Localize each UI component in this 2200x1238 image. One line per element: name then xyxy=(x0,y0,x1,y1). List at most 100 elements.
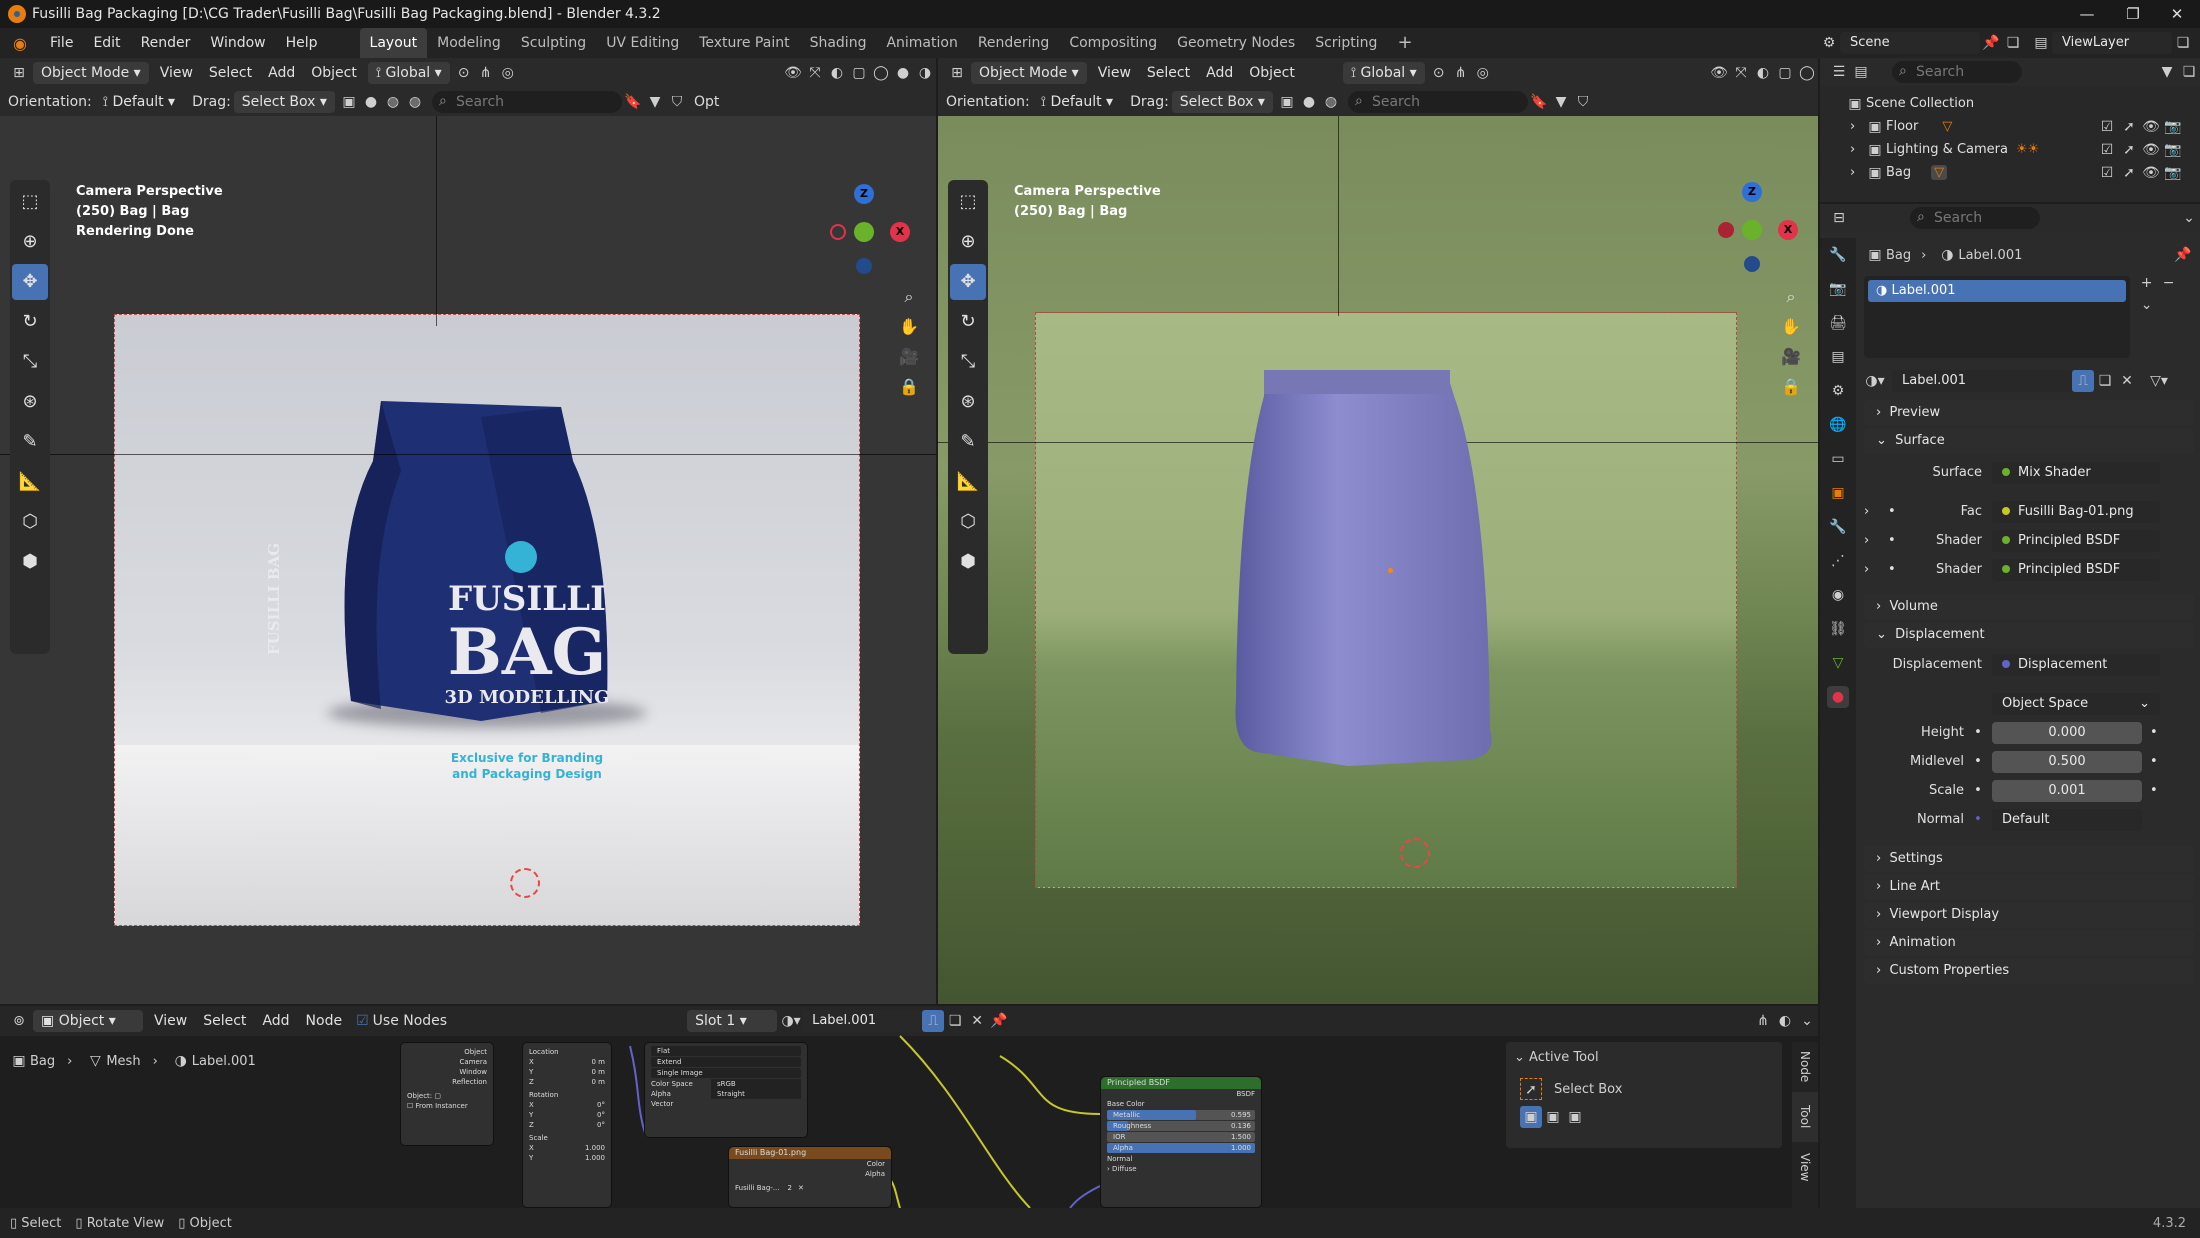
view-layer-selector[interactable]: ViewLayer xyxy=(2052,32,2172,54)
menu-object-right[interactable]: Object xyxy=(1241,59,1303,87)
checkbox-icon[interactable]: ☑ xyxy=(2096,116,2118,138)
right-viewport[interactable]: ⊞ Object Mode ▾ View Select Add Object ⟟… xyxy=(938,58,1818,1004)
menu-view[interactable]: View xyxy=(152,59,201,87)
keyframe-dot-icon[interactable]: • xyxy=(2150,754,2158,769)
material-slot-item[interactable]: ◑ Label.001 xyxy=(1868,280,2126,302)
transform-tool-icon-right[interactable]: ⊛ xyxy=(950,384,986,420)
interpolation-select[interactable]: Flat xyxy=(651,1046,801,1056)
visibility-icon[interactable]: 👁 xyxy=(782,62,804,84)
solid-shading-icon[interactable]: ● xyxy=(892,62,914,84)
bsdf-slider-roughness[interactable]: Roughness 0.136 xyxy=(1107,1121,1255,1131)
close-button[interactable]: ✕ xyxy=(2154,0,2200,28)
select-mode-icon-right[interactable]: ▣ xyxy=(1276,91,1298,113)
tool-tab-icon[interactable]: 🔧 xyxy=(1827,244,1849,266)
material-tab-icon[interactable]: ● xyxy=(1827,686,1849,708)
outliner-item-lighting[interactable]: › ▣ Lighting & Camera ☀☀ ☑ ➚ 👁 📷 xyxy=(1820,138,2200,161)
displacement-field[interactable]: Displacement xyxy=(1992,653,2160,676)
menu-select[interactable]: Select xyxy=(201,59,260,87)
filter-icon-right[interactable]: ▼ xyxy=(1550,91,1572,113)
bookmark-icon[interactable]: 🔖 xyxy=(622,91,644,113)
checkbox-icon[interactable]: ☑ xyxy=(2096,162,2118,184)
tex-from-instancer[interactable]: ☐ From Instancer xyxy=(401,1101,493,1111)
add-workspace-icon[interactable]: + xyxy=(1387,28,1422,58)
zoom-icon[interactable]: ⌕ xyxy=(894,282,924,312)
bsdf-slider-alpha[interactable]: Alpha 1.000 xyxy=(1107,1143,1255,1153)
select-arrow-icon[interactable]: ➚ xyxy=(2118,139,2140,161)
pin-icon[interactable]: 📌 xyxy=(1980,32,2002,54)
new-view-layer-icon[interactable]: ❏ xyxy=(2172,32,2194,54)
input-shader1-field[interactable]: Principled BSDF xyxy=(1992,529,2160,552)
object-tab-icon[interactable]: ▣ xyxy=(1827,482,1849,504)
drag-selector-right[interactable]: Select Box ▾ xyxy=(1171,91,1273,113)
node-overlay-icon[interactable]: ◐ xyxy=(1774,1010,1796,1032)
section-preview[interactable]: › Preview xyxy=(1864,400,2194,426)
tab-layout[interactable]: Layout xyxy=(359,28,428,58)
wireframe-shading-icon[interactable]: ◯ xyxy=(870,62,892,84)
pivot-icon[interactable]: ⊙ xyxy=(453,62,475,84)
cursor-tool-icon-right[interactable]: ⊕ xyxy=(950,224,986,260)
navigation-gizmo[interactable]: Z X xyxy=(820,184,910,274)
height-field[interactable]: 0.000 xyxy=(1992,721,2142,744)
maximize-button[interactable]: ❐ xyxy=(2110,0,2156,28)
navigation-gizmo-right[interactable]: Z X xyxy=(1708,182,1798,272)
eye-icon[interactable]: 👁 xyxy=(2140,162,2162,184)
section-displacement[interactable]: ⌄ Displacement xyxy=(1864,622,2194,648)
outliner-item-bag[interactable]: › ▣ Bag ▽ ☑ ➚ 👁 📷 xyxy=(1820,161,2200,184)
scale-field[interactable]: 0.001 xyxy=(1992,779,2142,802)
texture-coordinate-node[interactable]: Object Camera Window Reflection Object: … xyxy=(400,1042,494,1146)
scene-tab-icon[interactable]: ⚙ xyxy=(1827,380,1849,402)
properties-search[interactable]: Search xyxy=(1910,206,2040,229)
image-file-row[interactable]: Fusilli Bag-... 2 ✕ xyxy=(729,1183,891,1193)
overlay-icon[interactable]: ◐ xyxy=(826,62,848,84)
snap-icon-right[interactable]: ⋔ xyxy=(1450,62,1472,84)
add-object-tool-icon-right[interactable]: ⬢ xyxy=(950,544,986,580)
material-shading-icon[interactable]: ◑ xyxy=(914,62,936,84)
camera-view-icon[interactable]: 🎥 xyxy=(894,342,924,372)
gizmo-x-axis[interactable]: X xyxy=(890,222,910,242)
section-viewport-display[interactable]: › Viewport Display xyxy=(1864,902,2194,928)
expand-icon-lighting[interactable]: › xyxy=(1850,142,1864,157)
side-tab-tool[interactable]: Tool xyxy=(1792,1092,1818,1142)
render-tab-icon[interactable]: 📷 xyxy=(1827,278,1849,300)
remove-slot-icon[interactable]: − xyxy=(2158,272,2180,294)
select-arrow-icon[interactable]: ➚ xyxy=(2118,162,2140,184)
bookmark-icon-right[interactable]: 🔖 xyxy=(1528,91,1550,113)
menu-add[interactable]: Add xyxy=(260,59,303,87)
keyframe-dot-icon[interactable]: • xyxy=(2150,783,2158,798)
gizmo-neg-z[interactable] xyxy=(856,258,872,274)
mapping-loc-x[interactable]: X 0 m xyxy=(523,1057,611,1067)
outliner-item-floor[interactable]: › ▣ Floor ▽ ☑ ➚ 👁 📷 xyxy=(1820,115,2200,138)
gizmo-y-axis[interactable] xyxy=(854,222,874,242)
lock-icon[interactable]: 🔒 xyxy=(894,372,924,402)
world-tab-icon[interactable]: 🌐 xyxy=(1827,414,1849,436)
drag-selector[interactable]: Select Box ▾ xyxy=(233,91,335,113)
particles-tab-icon[interactable]: ⋰ xyxy=(1827,550,1849,572)
orientation-selector[interactable]: ⟟ Default ▾ xyxy=(95,91,183,113)
fake-user-icon[interactable]: ⎍ xyxy=(2072,370,2094,392)
proportional-icon[interactable]: ◎ xyxy=(497,62,519,84)
pivot-icon-right[interactable]: ⊙ xyxy=(1428,62,1450,84)
wireframe-shading-icon-right[interactable]: ◯ xyxy=(1796,62,1818,84)
bsdf-diffuse[interactable]: › Diffuse xyxy=(1101,1164,1261,1174)
menu-object[interactable]: Object xyxy=(303,59,365,87)
rotate-tool-icon[interactable]: ↻ xyxy=(12,304,48,340)
move-tool-icon[interactable]: ✥ xyxy=(12,264,48,300)
left-search-input[interactable]: Search xyxy=(431,90,622,113)
add-cube-tool-icon-right[interactable]: ⬡ xyxy=(950,504,986,540)
mapping-scl-y[interactable]: Y 1.000 xyxy=(523,1153,611,1163)
side-tab-view[interactable]: View xyxy=(1792,1142,1818,1192)
shading-ball-icon-3[interactable]: ◍ xyxy=(404,91,426,113)
color-space-row[interactable]: Color Space sRGB xyxy=(645,1079,807,1089)
tex-object-field[interactable]: Object: ▢ xyxy=(401,1091,493,1101)
pan-hand-icon[interactable]: ✋ xyxy=(894,312,924,342)
left-viewport-canvas[interactable]: FUSILLI BAG 3D MODELLING Exclusive for B… xyxy=(0,116,936,1004)
select-box-tool-icon-right[interactable]: ⬚ xyxy=(950,184,986,220)
image-texture-node[interactable]: Fusilli Bag-01.png Color Alpha Fusilli B… xyxy=(728,1146,892,1208)
visibility-icon-right[interactable]: 👁 xyxy=(1708,62,1730,84)
node-editor[interactable]: ⊚ ▣ Object ▾ View Select Add Node ☑ Use … xyxy=(0,1006,1818,1208)
menu-render[interactable]: Render xyxy=(131,28,201,58)
remove-view-layer-icon[interactable]: ✕ xyxy=(2194,32,2200,54)
tab-scripting[interactable]: Scripting xyxy=(1305,28,1387,58)
gizmo-neg-x[interactable] xyxy=(830,224,846,240)
unlink-material-icon[interactable]: ✕ xyxy=(2116,370,2138,392)
